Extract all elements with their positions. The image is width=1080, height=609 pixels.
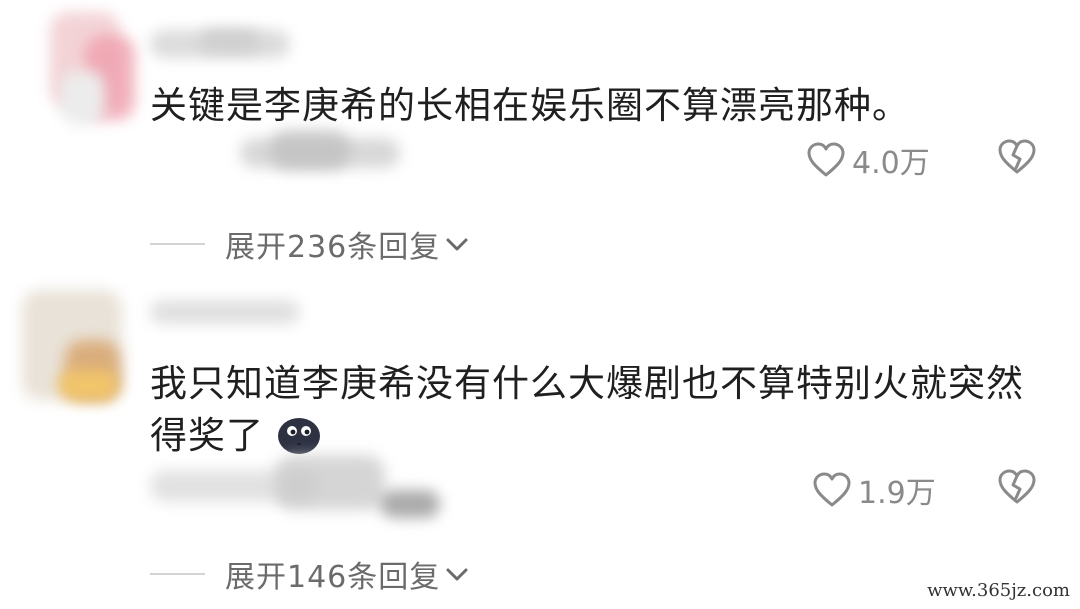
- comment-text: 我只知道李庚希没有什么大爆剧也不算特别火就突然得奖了: [150, 358, 1050, 462]
- dark-face-emoji: [278, 417, 320, 454]
- like-count: 1.9万: [858, 476, 936, 511]
- broken-heart-icon: [998, 469, 1036, 504]
- watermark: www.365jz.com: [927, 580, 1070, 601]
- heart-outline-icon: [807, 142, 845, 177]
- broken-heart-icon: [998, 139, 1036, 174]
- divider: [150, 243, 205, 245]
- like-count: 4.0万: [852, 146, 930, 181]
- expand-replies-label: 展开236条回复: [225, 230, 441, 265]
- expand-replies-button[interactable]: 展开146条回复: [150, 552, 470, 596]
- divider: [150, 573, 205, 575]
- chevron-down-icon: [446, 238, 468, 251]
- expand-replies-label: 展开146条回复: [225, 560, 441, 595]
- dislike-button[interactable]: [997, 138, 1037, 176]
- like-button[interactable]: 1.9万: [812, 468, 936, 512]
- dislike-button[interactable]: [997, 468, 1037, 506]
- heart-outline-icon: [813, 472, 851, 507]
- like-button[interactable]: 4.0万: [806, 138, 930, 182]
- comment-text: 关键是李庚希的长相在娱乐圈不算漂亮那种。: [150, 84, 910, 127]
- comment-list: 关键是李庚希的长相在娱乐圈不算漂亮那种。 4.0万 展开236条回复 我只知道李…: [0, 0, 1080, 609]
- expand-replies-button[interactable]: 展开236条回复: [150, 222, 470, 266]
- chevron-down-icon: [446, 568, 468, 581]
